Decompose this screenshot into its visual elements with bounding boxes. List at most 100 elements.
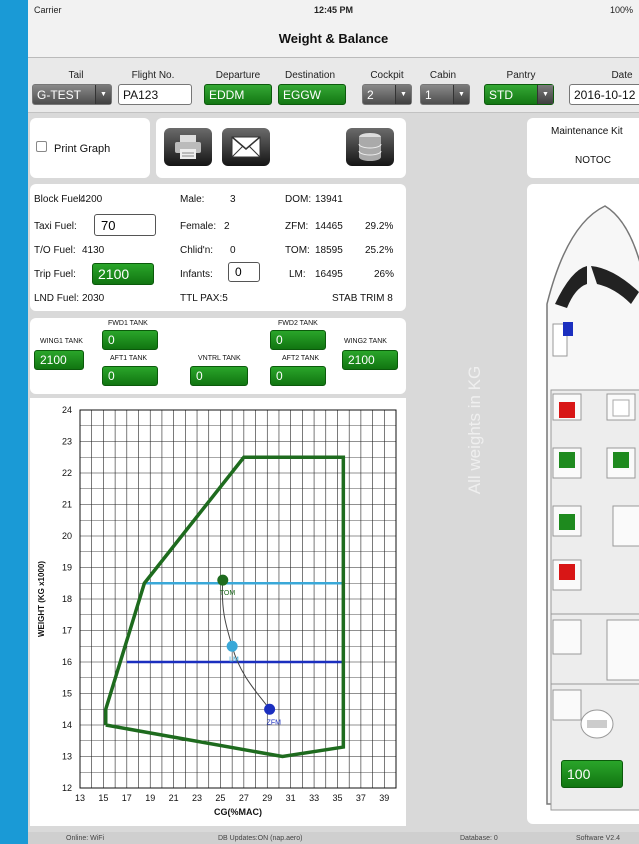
tail-select[interactable]: G-TEST ▼ [32, 84, 112, 105]
pantry-value: STD [489, 87, 513, 102]
cockpit-value: 2 [367, 87, 374, 102]
trip-fuel-label: Trip Fuel: [34, 269, 76, 280]
y-tick-label: 23 [62, 437, 72, 447]
fwd1-tank-input[interactable]: 0 [102, 330, 158, 350]
seat-occupied[interactable] [559, 564, 575, 580]
cabin-label: Cabin [429, 70, 457, 81]
date-field[interactable]: 2016-10-12 [569, 84, 639, 105]
trip-fuel-input[interactable]: 2100 [92, 263, 154, 285]
children-value: 0 [230, 245, 236, 256]
departure-field[interactable]: EDDM [204, 84, 272, 105]
seat-occupied[interactable] [559, 402, 575, 418]
vntrl-tank-input[interactable]: 0 [190, 366, 248, 386]
tail-label: Tail [68, 70, 84, 81]
point-tom [217, 574, 229, 586]
wing2-tank-label: WING2 TANK [344, 338, 387, 345]
y-tick-label: 24 [62, 405, 72, 415]
printer-button[interactable] [164, 128, 212, 166]
point-zfm [264, 703, 276, 715]
wing2-tank-input[interactable]: 2100 [342, 350, 398, 370]
database-button[interactable] [346, 128, 394, 166]
tom-label: TOM: [285, 245, 310, 256]
online-status: Online: WiFi [66, 834, 105, 842]
chart-panel: 13 15 17 19 21 23 25 27 29 31 33 35 37 39 12 13 14 15 16 17… [30, 398, 406, 826]
fwd1-tank-label: FWD1 TANK [108, 320, 148, 327]
seat-occupied[interactable] [559, 514, 575, 530]
notoc-value: NOTOC [575, 155, 611, 166]
envelope-icon [231, 136, 261, 158]
vntrl-tank-label: VNTRL TANK [198, 355, 241, 362]
fwd2-tank-label: FWD2 TANK [278, 320, 318, 327]
flight-label: Flight No. [131, 70, 175, 81]
fwd2-tank-input[interactable]: 0 [270, 330, 326, 350]
database-status: Database: 0 [460, 834, 498, 842]
y-tick-label: 12 [62, 783, 72, 793]
lm-value: 16495 [315, 269, 343, 280]
lnd-fuel-label: LND Fuel: [34, 293, 80, 304]
zfm-label: ZFM: [285, 221, 309, 232]
seat-map-panel: 100 [527, 184, 639, 824]
tanks-panel: WING1 TANK 2100 FWD1 TANK 0 AFT1 TANK 0 … [30, 318, 406, 394]
print-graph-label: Print Graph [54, 143, 111, 155]
seat-occupied[interactable] [559, 452, 575, 468]
aft1-tank-input[interactable]: 0 [102, 366, 158, 386]
x-tick-label: 39 [379, 793, 389, 803]
chevron-down-icon: ▼ [395, 85, 411, 104]
wing1-tank-input[interactable]: 2100 [34, 350, 84, 370]
maintenance-kit-label: Maintenance Kit [551, 126, 623, 137]
x-tick-label: 17 [122, 793, 132, 803]
flight-input-bar: Tail G-TEST ▼ Flight No. PA123 Departure… [28, 58, 639, 113]
destination-field[interactable]: EGGW [278, 84, 346, 105]
bottom-status-bar: Online: WiFi DB Updates:ON (nap.aero) Da… [28, 832, 639, 844]
dom-label: DOM: [285, 194, 312, 205]
cockpit-label: Cockpit [370, 70, 404, 81]
taxi-fuel-input[interactable]: 70 [94, 214, 156, 236]
flight-input[interactable]: PA123 [118, 84, 192, 105]
chevron-down-icon: ▼ [453, 85, 469, 104]
children-label: Chlid'n: [180, 245, 214, 256]
infants-input[interactable]: 0 [228, 262, 260, 282]
zfm-percent: 29.2% [365, 221, 394, 232]
x-tick-label: 37 [356, 793, 366, 803]
print-graph-checkbox[interactable] [36, 141, 47, 152]
printer-icon [175, 135, 201, 159]
block-fuel-label: Block Fuel: [34, 194, 84, 205]
tom-percent: 25.2% [365, 245, 394, 256]
cabin-select[interactable]: 1 ▼ [420, 84, 470, 105]
weight-balance-chart: 13 15 17 19 21 23 25 27 29 31 33 35 37 39121314151617… [37, 405, 397, 817]
email-button[interactable] [222, 128, 270, 166]
point-label-tom: TOM [220, 590, 236, 597]
lm-percent: 26% [374, 269, 395, 280]
aft2-tank-input[interactable]: 0 [270, 366, 326, 386]
aft2-tank-label: AFT2 TANK [282, 355, 320, 362]
cargo-input[interactable]: 100 [561, 760, 623, 788]
status-bar: Carrier 12:45 PM 100% [28, 0, 639, 20]
pantry-select[interactable]: STD ▼ [484, 84, 554, 105]
nav-bar: Weight & Balance [28, 20, 639, 58]
x-tick-label: 13 [75, 793, 85, 803]
total-pax: TTL PAX:5 [180, 293, 228, 304]
aircraft-cabin-diagram [546, 205, 639, 811]
x-tick-label: 19 [145, 793, 155, 803]
departure-label: Departure [215, 70, 261, 81]
cg-envelope [103, 455, 346, 759]
destination-label: Destination [284, 70, 336, 81]
y-tick-label: 16 [62, 657, 72, 667]
y-tick-label: 13 [62, 752, 72, 762]
date-label: Date [611, 70, 633, 81]
tom-value: 18595 [315, 245, 343, 256]
aft1-tank-label: AFT1 TANK [110, 355, 148, 362]
y-tick-label: 15 [62, 689, 72, 699]
zfm-value: 14465 [315, 221, 343, 232]
stab-trim: STAB TRIM 8 [332, 293, 393, 304]
seat-occupied[interactable] [613, 452, 629, 468]
maintenance-panel: Maintenance Kit NOTOC [527, 118, 639, 178]
y-tick-label: 18 [62, 594, 72, 604]
database-icon [358, 133, 382, 161]
y-tick-label: 14 [62, 720, 72, 730]
female-value: 2 [224, 221, 230, 232]
cockpit-select[interactable]: 2 ▼ [362, 84, 412, 105]
male-label: Male: [180, 194, 205, 205]
point-label-zfm: ZFM [267, 719, 282, 726]
actions-panel [156, 118, 406, 178]
